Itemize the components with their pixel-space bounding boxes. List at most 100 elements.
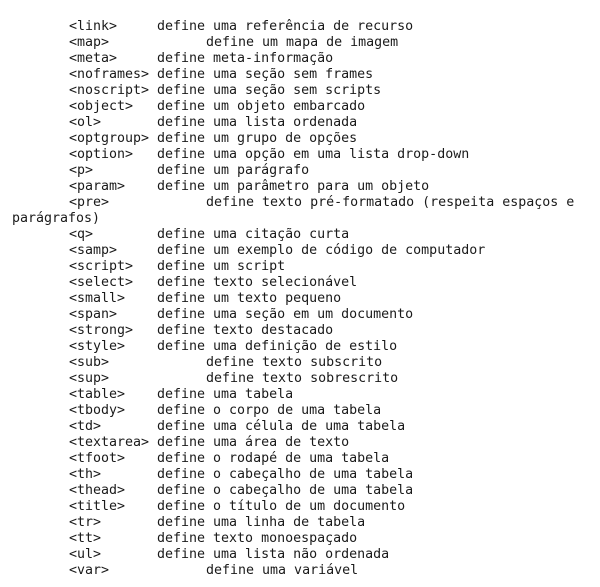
html-tag-name: <noframes> — [69, 67, 150, 82]
tag-description: define o cabeçalho de uma tabela — [157, 483, 414, 498]
tag-description: define texto destacado — [157, 323, 334, 338]
list-item: <q> define uma citação curta — [0, 227, 600, 243]
tag-reference-list: <link> define uma referência de recurso <m… — [0, 19, 600, 579]
list-item: <samp> define um exemplo de código de com… — [0, 243, 600, 259]
list-item: <table> define uma tabela — [0, 387, 600, 403]
tag-description: define o rodapé de uma tabela — [157, 451, 390, 466]
html-tag-name: <title> — [69, 499, 126, 514]
html-tag-name: <noscript> — [69, 83, 150, 98]
tag-description: define texto monoespaçado — [157, 531, 358, 546]
list-item: <ol> define uma lista ordenada — [0, 115, 600, 131]
list-item: <textarea> define uma área de texto — [0, 435, 600, 451]
html-tag-name: <pre> — [69, 195, 110, 210]
list-item: <sub> define texto subscrito — [0, 355, 600, 371]
list-item: <style> define uma definição de estilo — [0, 339, 600, 355]
list-item: <object> define um objeto embarcado — [0, 99, 600, 115]
list-item: <select> define texto selecionável — [0, 275, 600, 291]
html-tag-name: <tbody> — [69, 403, 126, 418]
list-item: <tfoot> define o rodapé de uma tabela — [0, 451, 600, 467]
list-item: <meta> define meta-informação — [0, 51, 600, 67]
html-tag-name: <tfoot> — [69, 451, 126, 466]
html-tag-name: <optgroup> — [69, 131, 150, 146]
tag-description: define uma tabela — [157, 387, 294, 402]
list-item: <title> define o título de um documento — [0, 499, 600, 515]
description-continuation: parágrafos) — [0, 211, 600, 227]
tag-description: define uma lista não ordenada — [157, 547, 390, 562]
html-tag-name: <map> — [69, 35, 110, 50]
list-item: <small> define um texto pequeno — [0, 291, 600, 307]
tag-description: define uma seção sem scripts — [157, 83, 382, 98]
tag-description: define o corpo de uma tabela — [157, 403, 382, 418]
tag-description: define uma seção sem frames — [157, 67, 374, 82]
list-item: <tbody> define o corpo de uma tabela — [0, 403, 600, 419]
tag-description: define um parágrafo — [157, 163, 310, 178]
html-tag-name: <samp> — [69, 243, 118, 258]
tag-description: define uma seção em um documento — [157, 307, 414, 322]
tag-description: define um objeto embarcado — [157, 99, 366, 114]
html-tag-name: <q> — [69, 227, 94, 242]
html-tag-name: <table> — [69, 387, 126, 402]
list-item: <noframes> define uma seção sem frames — [0, 67, 600, 83]
tag-description: define texto selecionável — [157, 275, 358, 290]
list-item: <pre> define texto pré-formatado (respeit… — [0, 195, 600, 211]
continuation-text: parágrafos) — [12, 211, 101, 226]
html-tag-name: <object> — [69, 99, 134, 114]
tag-description: define um script — [157, 259, 286, 274]
tag-description: define uma linha de tabela — [157, 515, 366, 530]
list-item: <script> define um script — [0, 259, 600, 275]
list-item: <thead> define o cabeçalho de uma tabela — [0, 483, 600, 499]
html-tag-name: <tt> — [69, 531, 102, 546]
tag-description: define uma variável — [206, 563, 359, 578]
tag-description: define uma lista ordenada — [157, 115, 358, 130]
tag-description: define meta-informação — [157, 51, 334, 66]
list-item: <sup> define texto sobrescrito — [0, 371, 600, 387]
html-tag-name: <style> — [69, 339, 126, 354]
html-tag-name: <script> — [69, 259, 134, 274]
list-item: <strong> define texto destacado — [0, 323, 600, 339]
html-tag-name: <meta> — [69, 51, 118, 66]
tag-description: define texto subscrito — [206, 355, 383, 370]
html-tag-name: <th> — [69, 467, 102, 482]
tag-description: define texto pré-formatado (respeita esp… — [206, 195, 575, 210]
tag-description: define um mapa de imagem — [206, 35, 399, 50]
tag-description: define uma referência de recurso — [157, 19, 414, 34]
list-item: <ul> define uma lista não ordenada — [0, 547, 600, 563]
html-tag-name: <link> — [69, 19, 118, 34]
list-item: <map> define um mapa de imagem — [0, 35, 600, 51]
tag-description: define o cabeçalho de uma tabela — [157, 467, 414, 482]
list-item: <td> define uma célula de uma tabela — [0, 419, 600, 435]
html-tag-name: <option> — [69, 147, 134, 162]
html-tag-name: <p> — [69, 163, 94, 178]
html-tag-name: <sub> — [69, 355, 110, 370]
list-item: <tt> define texto monoespaçado — [0, 531, 600, 547]
tag-description: define uma definição de estilo — [157, 339, 398, 354]
list-item: <option> define uma opção em uma lista dr… — [0, 147, 600, 163]
tag-description: define uma área de texto — [157, 435, 350, 450]
tag-description: define uma célula de uma tabela — [157, 419, 406, 434]
html-tag-name: <select> — [69, 275, 134, 290]
tag-description: define um grupo de opções — [157, 131, 358, 146]
list-item: <tr> define uma linha de tabela — [0, 515, 600, 531]
list-item: <optgroup> define um grupo de opções — [0, 131, 600, 147]
tag-description: define uma opção em uma lista drop-down — [157, 147, 470, 162]
html-tag-name: <tr> — [69, 515, 102, 530]
html-tag-name: <ol> — [69, 115, 102, 130]
list-item: <var> define uma variável — [0, 563, 600, 579]
html-tag-name: <param> — [69, 179, 126, 194]
html-tag-name: <span> — [69, 307, 118, 322]
html-tag-name: <td> — [69, 419, 102, 434]
html-tag-name: <strong> — [69, 323, 134, 338]
html-tag-name: <thead> — [69, 483, 126, 498]
html-tag-name: <sup> — [69, 371, 110, 386]
list-item: <link> define uma referência de recurso — [0, 19, 600, 35]
list-item: <p> define um parágrafo — [0, 163, 600, 179]
html-tag-name: <ul> — [69, 547, 102, 562]
html-tag-name: <var> — [69, 563, 110, 578]
tag-description: define um parâmetro para um objeto — [157, 179, 430, 194]
html-tag-name: <small> — [69, 291, 126, 306]
list-item: <param> define um parâmetro para um objet… — [0, 179, 600, 195]
tag-description: define texto sobrescrito — [206, 371, 399, 386]
tag-description: define um exemplo de código de computado… — [157, 243, 486, 258]
list-item: <span> define uma seção em um documento — [0, 307, 600, 323]
tag-description: define o título de um documento — [157, 499, 406, 514]
